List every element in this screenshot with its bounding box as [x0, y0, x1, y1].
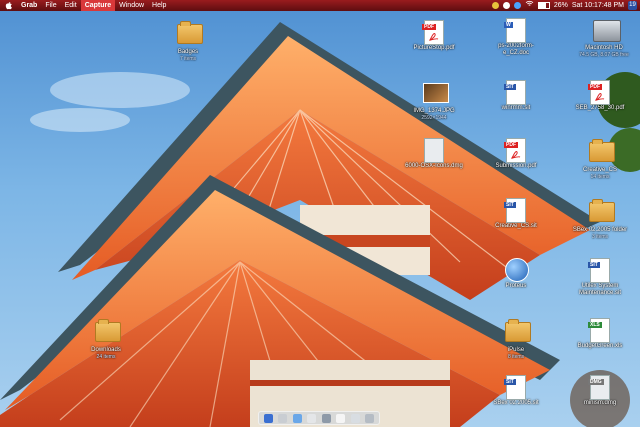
icon-label: Proteus	[505, 283, 527, 289]
folder-icon	[505, 319, 531, 342]
desktop-icon-winrmm[interactable]: SIT winrmm.sit	[486, 80, 546, 112]
menu-app-name[interactable]: Grab	[17, 0, 41, 11]
icon-label: ps-2002form-e_CZ.doc	[498, 43, 534, 56]
apple-icon[interactable]	[4, 1, 13, 10]
icon-label: Submission.pdf	[495, 163, 537, 169]
dock-app-icon[interactable]	[292, 413, 302, 423]
menu-capture[interactable]: Capture	[80, 0, 116, 11]
desktop-icon-minism[interactable]: DMG minism.dmg	[570, 375, 630, 407]
dmg-icon	[424, 138, 444, 163]
folder-icon	[95, 319, 121, 342]
desktop-icon-creative-cs-sit[interactable]: SIT Creative_CS.sit	[486, 198, 546, 230]
icon-sublabel: 14 items	[590, 174, 610, 180]
dock-app-icon[interactable]	[278, 413, 288, 423]
icon-label: IMG_1374.JPG	[413, 108, 455, 114]
dmg-icon: DMG	[588, 375, 610, 400]
pdf-icon: PDF	[504, 138, 526, 163]
pdf-icon: PDF	[422, 20, 444, 45]
icon-label: SBex 02.2005 folder	[572, 227, 628, 233]
desktop-icon-badges[interactable]: Badges 7 items	[158, 20, 218, 63]
menu-extras: 26% Sat 10:17:48 PM 19	[491, 0, 640, 11]
globe-icon	[505, 258, 529, 282]
icon-sublabel: 2592×1944	[421, 115, 447, 121]
icon-label: SEB_2758_30.pdf	[575, 105, 625, 111]
spreadsheet-icon: XLS	[588, 318, 610, 343]
desktop-icon-ipulse[interactable]: iPulse 8 items	[486, 318, 546, 361]
icon-label: Downloads	[91, 347, 121, 353]
folder-icon	[589, 199, 615, 222]
status-icon[interactable]	[491, 2, 499, 9]
wifi-icon[interactable]	[525, 0, 534, 11]
dock-finder-icon[interactable]	[263, 413, 273, 423]
menu-bar: Grab File Edit Capture Window Help 26% S…	[0, 0, 640, 11]
dock	[258, 411, 380, 425]
icon-label: minism.dmg	[583, 400, 617, 406]
status-icon[interactable]	[513, 2, 521, 9]
sit-icon: SIT	[504, 198, 526, 223]
desktop-icon-utilex[interactable]: SIT Utilex System Maintenance.sit	[570, 258, 630, 297]
sit-icon: SIT	[504, 80, 526, 105]
desktop-icon-creative-cs-folder[interactable]: Creative_CS 14 items	[570, 138, 630, 181]
icon-label: Utilex System Maintenance.sit	[578, 283, 622, 296]
dock-app-icon[interactable]	[321, 413, 331, 423]
sit-icon: SIT	[588, 258, 610, 283]
battery-icon[interactable]	[537, 2, 550, 9]
doc-icon: W	[504, 18, 526, 43]
icon-label: winrmm.sit	[501, 105, 531, 111]
battery-percent: 26%	[553, 2, 568, 9]
menu-help[interactable]: Help	[148, 0, 170, 11]
spotlight-icon[interactable]: 19	[628, 1, 637, 10]
icon-label: Creative_CS.sit	[495, 223, 537, 229]
desktop-icon-budgetgreen[interactable]: XLS BudgetGreen.xls	[570, 318, 630, 350]
icon-sublabel: 3 items	[591, 234, 609, 240]
icon-label: 6000-OSX-Icons.dmg	[405, 163, 463, 169]
desktop-icon-picturestop[interactable]: PDF PictureStop.pdf	[404, 20, 464, 52]
icon-label: Creative_CS	[582, 167, 617, 173]
menu-file[interactable]: File	[41, 0, 60, 11]
desktop-icon-img-1374[interactable]: IMG_1374.JPG 2592×1944	[404, 80, 464, 122]
menu-clock[interactable]: Sat 10:17:48 PM	[572, 0, 624, 11]
status-icon[interactable]	[502, 2, 510, 9]
desktop-icon-downloads[interactable]: Downloads 24 items	[76, 318, 136, 361]
photo-icon	[423, 83, 449, 103]
dock-app-icon[interactable]	[336, 413, 346, 423]
dock-trash-icon[interactable]	[365, 413, 375, 423]
icon-sublabel: 74.5 GB, 8.07 GB free	[579, 52, 629, 58]
icon-label: Badges	[177, 49, 199, 55]
folder-icon	[589, 139, 615, 162]
desktop-icon-macintosh-hd[interactable]: Macintosh HD 74.5 GB, 8.07 GB free	[574, 18, 634, 59]
desktop-icon-ps-2002form[interactable]: W ps-2002form-e_CZ.doc	[486, 18, 546, 57]
desktop-icon-6000-osx-icons[interactable]: 6000-OSX-Icons.dmg	[404, 138, 464, 170]
icon-label: BudgetGreen.xls	[577, 343, 623, 349]
dock-app-icon[interactable]	[307, 413, 317, 423]
sit-icon: SIT	[504, 375, 526, 400]
dock-app-icon[interactable]	[350, 413, 360, 423]
desktop-icon-submission[interactable]: PDF Submission.pdf	[486, 138, 546, 170]
icon-sublabel: 24 items	[96, 354, 116, 360]
icon-sublabel: 8 items	[507, 354, 525, 360]
icon-label: Macintosh HD	[585, 45, 623, 51]
desktop-icon-seb-2758[interactable]: PDF SEB_2758_30.pdf	[570, 80, 630, 112]
hard-drive-icon	[593, 20, 621, 42]
menu-window[interactable]: Window	[115, 0, 148, 11]
icon-sublabel: 7 items	[179, 56, 197, 62]
desktop-icon-sbex-sit[interactable]: SIT SBex 02.2005.sit	[486, 375, 546, 407]
folder-icon	[177, 21, 203, 44]
pdf-icon: PDF	[588, 80, 610, 105]
icon-label: iPulse	[507, 347, 525, 353]
desktop-icon-sbex-folder[interactable]: SBex 02.2005 folder 3 items	[570, 198, 630, 241]
menu-edit[interactable]: Edit	[61, 0, 81, 11]
desktop-icon-proteus[interactable]: Proteus	[486, 258, 546, 290]
icon-label: PictureStop.pdf	[413, 45, 455, 51]
icon-label: SBex 02.2005.sit	[493, 400, 539, 406]
